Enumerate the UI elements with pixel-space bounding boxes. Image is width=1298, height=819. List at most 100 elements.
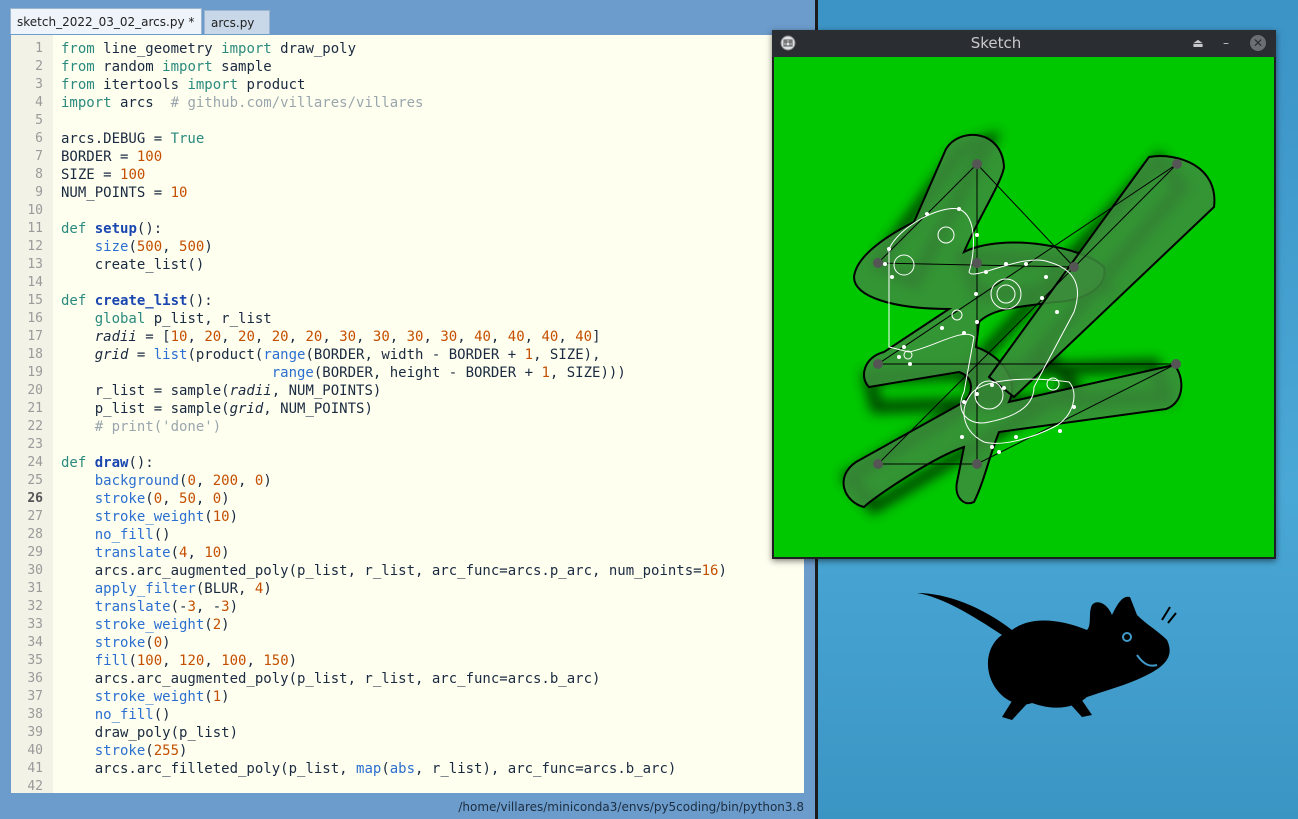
- line-number: 5: [35, 113, 43, 128]
- code-line[interactable]: 39 draw_poly(p_list): [11, 724, 801, 742]
- line-number: 27: [27, 509, 43, 524]
- line-number: 29: [27, 545, 43, 560]
- code-line[interactable]: 11 def setup():: [11, 220, 801, 238]
- line-number: 15: [27, 293, 43, 308]
- code-text: def draw():: [61, 455, 154, 471]
- line-number: 22: [27, 419, 43, 434]
- code-text: stroke_weight(10): [94, 509, 239, 525]
- code-line[interactable]: 42: [11, 778, 801, 793]
- close-button[interactable]: ✕: [1250, 35, 1266, 51]
- code-line[interactable]: 26 stroke(0, 50, 0): [11, 490, 801, 508]
- code-line[interactable]: 41 arcs.arc_filleted_poly(p_list, map(ab…: [11, 760, 801, 778]
- line-number: 16: [27, 311, 43, 326]
- line-number: 34: [27, 635, 43, 650]
- code-line[interactable]: 25 background(0, 200, 0): [11, 472, 801, 490]
- code-line[interactable]: 6 arcs.DEBUG = True: [11, 130, 801, 148]
- code-line[interactable]: 37 stroke_weight(1): [11, 688, 801, 706]
- code-line[interactable]: 4 import arcs # github.com/villares/villa…: [11, 94, 801, 112]
- code-line[interactable]: 20 r_list = sample(radii, NUM_POINTS): [11, 382, 801, 400]
- code-line[interactable]: 28 no_fill(): [11, 526, 801, 544]
- line-number: 39: [27, 725, 43, 740]
- code-line[interactable]: 29 translate(4, 10): [11, 544, 801, 562]
- sketch-window[interactable]: Sketch ⏏ – ✕: [772, 30, 1276, 559]
- code-text: def create_list():: [61, 293, 213, 309]
- code-line[interactable]: 1 from line_geometry import draw_poly: [11, 40, 801, 58]
- code-line[interactable]: 23: [11, 436, 801, 454]
- line-number: 28: [27, 527, 43, 542]
- code-text: grid = list(product(range(BORDER, width …: [94, 347, 601, 363]
- code-line[interactable]: 35 fill(100, 120, 100, 150): [11, 652, 801, 670]
- code-line[interactable]: 2 from random import sample: [11, 58, 801, 76]
- code-line[interactable]: 7 BORDER = 100: [11, 148, 801, 166]
- line-number: 40: [27, 743, 43, 758]
- shade-button[interactable]: ⏏: [1190, 35, 1206, 51]
- code-line[interactable]: 3 from itertools import product: [11, 76, 801, 94]
- minimize-button[interactable]: –: [1218, 35, 1234, 51]
- code-line[interactable]: 16 global p_list, r_list: [11, 310, 801, 328]
- line-number: 24: [27, 455, 43, 470]
- code-text: draw_poly(p_list): [61, 725, 239, 741]
- augmented-poly: [842, 134, 1216, 509]
- code-line[interactable]: 19 range(BORDER, height - BORDER + 1, SI…: [11, 364, 801, 382]
- code-line[interactable]: 33 stroke_weight(2): [11, 616, 801, 634]
- xfce-mouse-logo: [917, 593, 1177, 720]
- code-text: global p_list, r_list: [94, 311, 272, 327]
- code-line[interactable]: 5: [11, 112, 801, 130]
- sketch-canvas[interactable]: [774, 57, 1274, 557]
- code-text: def setup():: [61, 221, 163, 237]
- code-line[interactable]: 24 def draw():: [11, 454, 801, 472]
- code-line[interactable]: 27 stroke_weight(10): [11, 508, 801, 526]
- line-number: 26: [27, 491, 43, 506]
- line-number: 14: [27, 275, 43, 290]
- code-editor[interactable]: 1 from line_geometry import draw_poly 2 fro…: [11, 35, 804, 793]
- code-text: stroke_weight(2): [94, 617, 230, 633]
- code-text: arcs.arc_augmented_poly(p_list, r_list, …: [61, 671, 601, 687]
- code-line[interactable]: 21 p_list = sample(grid, NUM_POINTS): [11, 400, 801, 418]
- line-number: 38: [27, 707, 43, 722]
- code-line[interactable]: 8 SIZE = 100: [11, 166, 801, 184]
- code-line[interactable]: 14: [11, 274, 801, 292]
- window-title: Sketch: [970, 34, 1022, 52]
- line-number: 6: [35, 131, 43, 146]
- status-bar: /home/villares/miniconda3/envs/py5coding…: [11, 795, 804, 819]
- tab-arcs-file[interactable]: arcs.py ×: [204, 10, 270, 54]
- code-line[interactable]: 15 def create_list():: [11, 292, 801, 310]
- tab-sketch-file[interactable]: sketch_2022_03_02_arcs.py * ×: [10, 8, 202, 55]
- code-text: range(BORDER, height - BORDER + 1, SIZE)…: [271, 365, 626, 381]
- code-text: SIZE = 100: [61, 167, 146, 183]
- code-line[interactable]: 32 translate(-3, -3): [11, 598, 801, 616]
- code-text: no_fill(): [94, 527, 171, 543]
- code-line[interactable]: 10: [11, 202, 801, 220]
- code-line[interactable]: 30 arcs.arc_augmented_poly(p_list, r_lis…: [11, 562, 801, 580]
- code-text: create_list(): [61, 257, 205, 273]
- code-line[interactable]: 34 stroke(0): [11, 634, 801, 652]
- interpreter-path: /home/villares/miniconda3/envs/py5coding…: [458, 800, 804, 814]
- code-line[interactable]: 36 arcs.arc_augmented_poly(p_list, r_lis…: [11, 670, 801, 688]
- line-number: 3: [35, 77, 43, 92]
- code-line[interactable]: 18 grid = list(product(range(BORDER, wid…: [11, 346, 801, 364]
- window-titlebar[interactable]: Sketch ⏏ – ✕: [772, 30, 1276, 57]
- code-text: stroke_weight(1): [94, 689, 230, 705]
- code-line[interactable]: 9 NUM_POINTS = 10: [11, 184, 801, 202]
- line-number: 1: [35, 41, 43, 56]
- line-number: 10: [27, 203, 43, 218]
- line-number: 36: [27, 671, 43, 686]
- code-line[interactable]: 38 no_fill(): [11, 706, 801, 724]
- code-line[interactable]: 31 apply_filter(BLUR, 4): [11, 580, 801, 598]
- line-number: 18: [27, 347, 43, 362]
- code-line[interactable]: 17 radii = [10, 20, 20, 20, 20, 30, 30, …: [11, 328, 801, 346]
- code-text: stroke(0, 50, 0): [94, 491, 230, 507]
- line-number: 4: [35, 95, 43, 110]
- code-line[interactable]: 13 create_list(): [11, 256, 801, 274]
- line-number: 9: [35, 185, 43, 200]
- code-text: arcs.arc_augmented_poly(p_list, r_list, …: [61, 563, 727, 579]
- code-line[interactable]: 40 stroke(255): [11, 742, 801, 760]
- line-number: 35: [27, 653, 43, 668]
- line-number: 33: [27, 617, 43, 632]
- code-text: fill(100, 120, 100, 150): [94, 653, 298, 669]
- code-text: r_list = sample(radii, NUM_POINTS): [61, 383, 382, 399]
- line-number: 11: [27, 221, 43, 236]
- code-text: p_list = sample(grid, NUM_POINTS): [61, 401, 373, 417]
- code-line[interactable]: 22 # print('done'): [11, 418, 801, 436]
- code-line[interactable]: 12 size(500, 500): [11, 238, 801, 256]
